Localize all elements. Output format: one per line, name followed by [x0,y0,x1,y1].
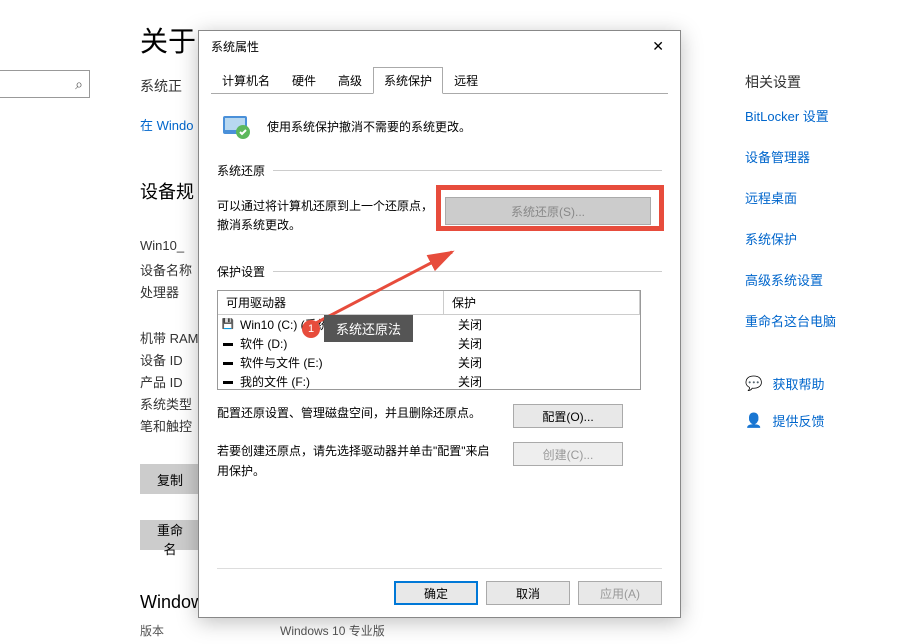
drive-icon: ▬ [218,357,238,368]
edition-value: Windows 10 专业版 [280,622,385,639]
link-remote-desktop[interactable]: 远程桌面 [745,188,905,207]
tab-hardware[interactable]: 硬件 [281,67,327,94]
tab-remote[interactable]: 远程 [443,67,489,94]
link-system-protection[interactable]: 系统保护 [745,229,905,248]
divider [273,271,662,272]
drive-list[interactable]: 可用驱动器 保护 💾 Win10 (C:) (系统) 关闭 ▬ 软件 (D:) … [217,290,641,390]
drive-row[interactable]: ▬ 我的文件 (F:) 关闭 [218,372,640,390]
dialog-tabs: 计算机名 硬件 高级 系统保护 远程 [199,61,680,94]
edition-label: 版本 [140,622,164,639]
tab-advanced[interactable]: 高级 [327,67,373,94]
related-settings-heading: 相关设置 [745,72,905,92]
feedback-link[interactable]: 👤 提供反馈 [745,411,905,430]
system-properties-dialog: 系统属性 ✕ 计算机名 硬件 高级 系统保护 远程 使用系统保护撤消不需要的系统… [198,30,681,618]
drive-name: Win10 (C:) (系统) [238,316,450,333]
apply-button: 应用(A) [578,581,662,605]
spec-device-name: Win10_ [140,238,184,253]
spec-device-label: 设备名称 [140,260,192,279]
windows-defender-link[interactable]: 在 Windo [140,115,193,134]
get-help-label: 获取帮助 [772,374,824,393]
rename-button[interactable]: 重命名 [140,520,200,550]
feedback-label: 提供反馈 [772,411,824,430]
system-restore-button[interactable]: 系统还原(S)... [445,197,651,225]
drive-name: 软件 (D:) [238,335,450,352]
configure-description: 配置还原设置、管理磁盘空间，并且删除还原点。 [217,404,501,423]
feedback-icon: 👤 [745,412,762,429]
drive-protection: 关闭 [450,335,640,352]
drive-name: 软件与文件 (E:) [238,354,450,371]
spec-product-id: 产品 ID [140,372,183,391]
drive-protection: 关闭 [450,354,640,371]
intro-text: 使用系统保护撤消不需要的系统更改。 [267,118,471,135]
spec-system-type: 系统类型 [140,394,192,413]
create-description: 若要创建还原点，请先选择驱动器并单击"配置"来启用保护。 [217,442,501,480]
col-drive: 可用驱动器 [218,291,444,314]
cancel-button[interactable]: 取消 [486,581,570,605]
dialog-title: 系统属性 [211,38,259,55]
link-bitlocker[interactable]: BitLocker 设置 [745,106,905,125]
drive-row[interactable]: ▬ 软件与文件 (E:) 关闭 [218,353,640,372]
create-button: 创建(C)... [513,442,623,466]
drive-protection: 关闭 [450,316,640,333]
search-input[interactable]: ⌕ [0,70,90,98]
close-icon[interactable]: ✕ [644,34,672,59]
link-device-manager[interactable]: 设备管理器 [745,147,905,166]
copy-button[interactable]: 复制 [140,464,200,494]
spec-processor: 处理器 [140,282,179,301]
divider [273,170,662,171]
drive-icon: ▬ [218,376,238,387]
spec-pen-touch: 笔和触控 [140,416,192,435]
ok-button[interactable]: 确定 [394,581,478,605]
link-rename-pc[interactable]: 重命名这台电脑 [745,311,905,330]
drive-icon: 💾 [218,319,238,330]
help-icon: 💬 [745,375,762,392]
settings-group-title: 保护设置 [217,263,265,280]
link-advanced-settings[interactable]: 高级系统设置 [745,270,905,289]
restore-description: 可以通过将计算机还原到上一个还原点，撤消系统更改。 [217,197,435,235]
restore-group-title: 系统还原 [217,162,265,179]
col-protection: 保护 [444,291,640,314]
search-icon: ⌕ [75,76,83,93]
page-subtitle: 系统正 [140,76,182,96]
tab-system-protection[interactable]: 系统保护 [373,67,443,94]
drive-name: 我的文件 (F:) [238,373,450,390]
drive-row[interactable]: 💾 Win10 (C:) (系统) 关闭 [218,315,640,334]
tab-computer-name[interactable]: 计算机名 [211,67,281,94]
shield-icon [217,108,253,144]
spec-ram: 机带 RAM [140,328,199,347]
get-help-link[interactable]: 💬 获取帮助 [745,374,905,393]
drive-icon: ▬ [218,338,238,349]
configure-button[interactable]: 配置(O)... [513,404,623,428]
drive-protection: 关闭 [450,373,640,390]
page-title: 关于 [140,20,196,60]
drive-row[interactable]: ▬ 软件 (D:) 关闭 [218,334,640,353]
spec-device-id: 设备 ID [140,350,183,369]
device-specs-heading: 设备规 [140,178,194,204]
